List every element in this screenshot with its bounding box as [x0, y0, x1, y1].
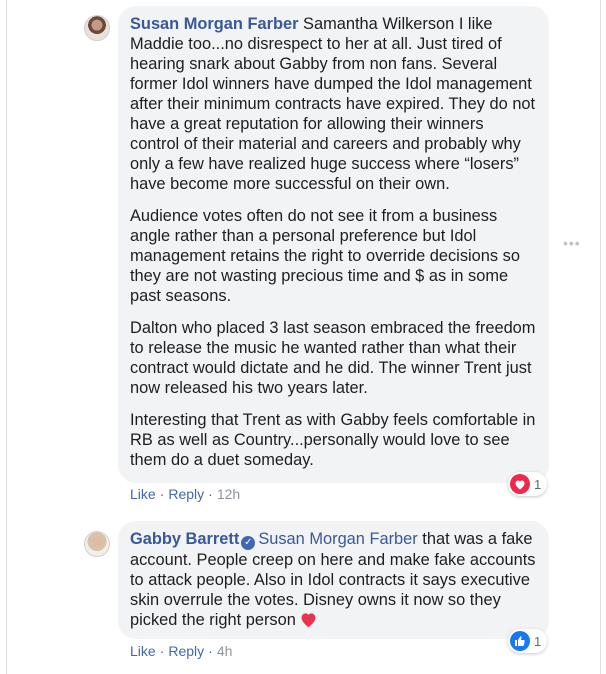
avatar[interactable] [84, 15, 110, 41]
separator: · [159, 643, 165, 659]
comment-bubble: Susan Morgan Farber Samantha Wilkerson I… [118, 6, 549, 483]
separator: · [208, 486, 213, 502]
like-thumb-icon [510, 631, 530, 651]
separator: · [208, 643, 213, 659]
reaction-count: 1 [534, 476, 542, 492]
reaction-count: 1 [534, 633, 542, 649]
reply-link[interactable]: Reply [168, 486, 204, 502]
timestamp[interactable]: 4h [217, 643, 233, 659]
comment-actions: Like · Reply · 12h [130, 486, 240, 502]
feed-border-right [600, 0, 601, 674]
reaction-summary[interactable]: 1 [508, 629, 548, 653]
comment-paragraph: Dalton who placed 3 last season embraced… [130, 319, 536, 397]
comment-paragraph: Gabby Barrett ✓ Susan Morgan Farber that w… [130, 529, 537, 633]
mention-link[interactable]: Susan Morgan Farber [258, 530, 417, 548]
comment-text: Samantha Wilkerson I like Maddie too...n… [130, 15, 536, 193]
comment-author-link[interactable]: Susan Morgan Farber [130, 15, 299, 33]
more-options-icon[interactable]: ••• [563, 236, 581, 250]
comment-author-link[interactable]: Gabby Barrett [130, 530, 239, 548]
avatar[interactable] [84, 531, 110, 557]
separator: · [159, 486, 165, 502]
feed-border-left [6, 0, 7, 674]
comment-actions: Like · Reply · 4h [130, 643, 232, 659]
verified-badge-icon: ✓ [241, 536, 256, 550]
comment-paragraph: Susan Morgan Farber Samantha Wilkerson I… [130, 14, 537, 194]
reaction-summary[interactable]: 1 [508, 472, 548, 496]
comment-bubble: Gabby Barrett ✓ Susan Morgan Farber that w… [118, 521, 549, 639]
comment-paragraph: Interesting that Trent as with Gabby fee… [130, 411, 536, 469]
reply-link[interactable]: Reply [168, 643, 204, 659]
like-link[interactable]: Like [130, 643, 156, 659]
timestamp[interactable]: 12h [217, 486, 240, 502]
like-link[interactable]: Like [130, 486, 156, 502]
love-heart-icon [510, 474, 530, 494]
red-heart-emoji [299, 611, 318, 633]
comment-paragraph: Audience votes often do not see it from … [130, 207, 520, 305]
